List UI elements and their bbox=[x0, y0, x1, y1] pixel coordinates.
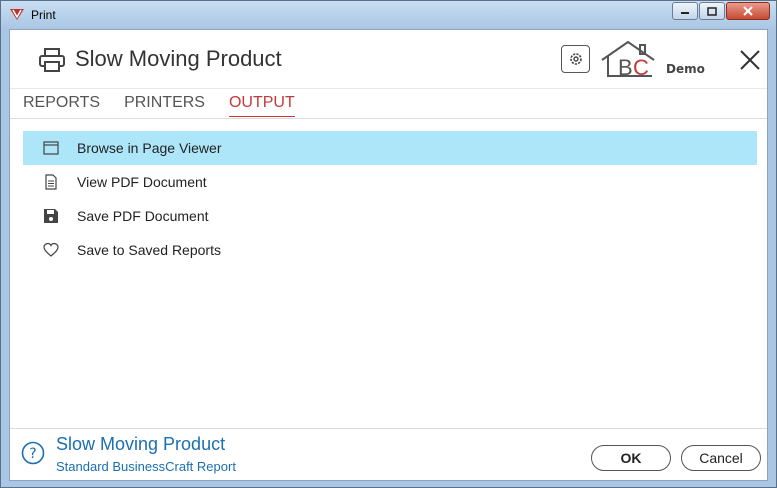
printer-icon bbox=[39, 48, 65, 72]
company-logo: B C bbox=[601, 40, 655, 80]
window-title: Print bbox=[31, 8, 56, 22]
output-option-label: View PDF Document bbox=[77, 174, 207, 190]
output-options-list: Browse in Page Viewer View PDF Document … bbox=[23, 131, 757, 267]
settings-button[interactable] bbox=[561, 45, 590, 73]
window-icon bbox=[43, 141, 59, 155]
logo-text-c: C bbox=[633, 55, 649, 80]
minimize-button[interactable] bbox=[672, 2, 698, 20]
page-title: Slow Moving Product bbox=[75, 46, 282, 71]
heart-icon bbox=[43, 242, 59, 257]
ok-button[interactable]: OK bbox=[591, 445, 671, 471]
title-bar[interactable]: Print bbox=[1, 1, 776, 29]
maximize-icon bbox=[707, 6, 717, 16]
output-option-browse-page-viewer[interactable]: Browse in Page Viewer bbox=[23, 131, 757, 165]
print-window: Print Slow Moving Product B C Demo REPOR… bbox=[0, 0, 777, 488]
tab-reports[interactable]: REPORTS bbox=[23, 94, 100, 117]
document-icon bbox=[45, 174, 57, 190]
output-option-save-saved-reports[interactable]: Save to Saved Reports bbox=[23, 233, 757, 267]
output-option-label: Save PDF Document bbox=[77, 208, 209, 224]
floppy-disk-icon bbox=[44, 209, 58, 223]
window-close-button[interactable] bbox=[726, 2, 770, 20]
app-logo-icon bbox=[10, 9, 24, 20]
cancel-button[interactable]: Cancel bbox=[681, 445, 761, 471]
tab-bar: REPORTS PRINTERS OUTPUT bbox=[23, 94, 319, 117]
tab-output[interactable]: OUTPUT bbox=[228, 94, 295, 117]
output-option-view-pdf[interactable]: View PDF Document bbox=[23, 165, 757, 199]
svg-text:?: ? bbox=[29, 446, 36, 462]
dialog-client: Slow Moving Product B C Demo REPORTS PRI… bbox=[9, 29, 768, 481]
footer-report-title: Slow Moving Product bbox=[56, 434, 226, 454]
output-option-label: Browse in Page Viewer bbox=[77, 140, 222, 156]
output-option-save-pdf[interactable]: Save PDF Document bbox=[23, 199, 757, 233]
dialog-close-button[interactable] bbox=[739, 49, 761, 71]
maximize-button[interactable] bbox=[699, 2, 725, 20]
footer-report-subtitle: Standard BusinessCraft Report bbox=[56, 459, 236, 474]
output-option-label: Save to Saved Reports bbox=[77, 242, 221, 258]
header-divider bbox=[10, 88, 767, 89]
tabs-divider bbox=[10, 118, 767, 119]
footer-divider bbox=[10, 428, 767, 429]
logo-text-b: B bbox=[618, 55, 633, 80]
help-icon[interactable]: ? bbox=[21, 441, 45, 465]
close-icon bbox=[743, 6, 753, 16]
demo-label: Demo bbox=[666, 62, 705, 76]
gear-icon bbox=[569, 53, 582, 65]
minimize-icon bbox=[681, 12, 689, 14]
tab-printers[interactable]: PRINTERS bbox=[124, 94, 205, 117]
